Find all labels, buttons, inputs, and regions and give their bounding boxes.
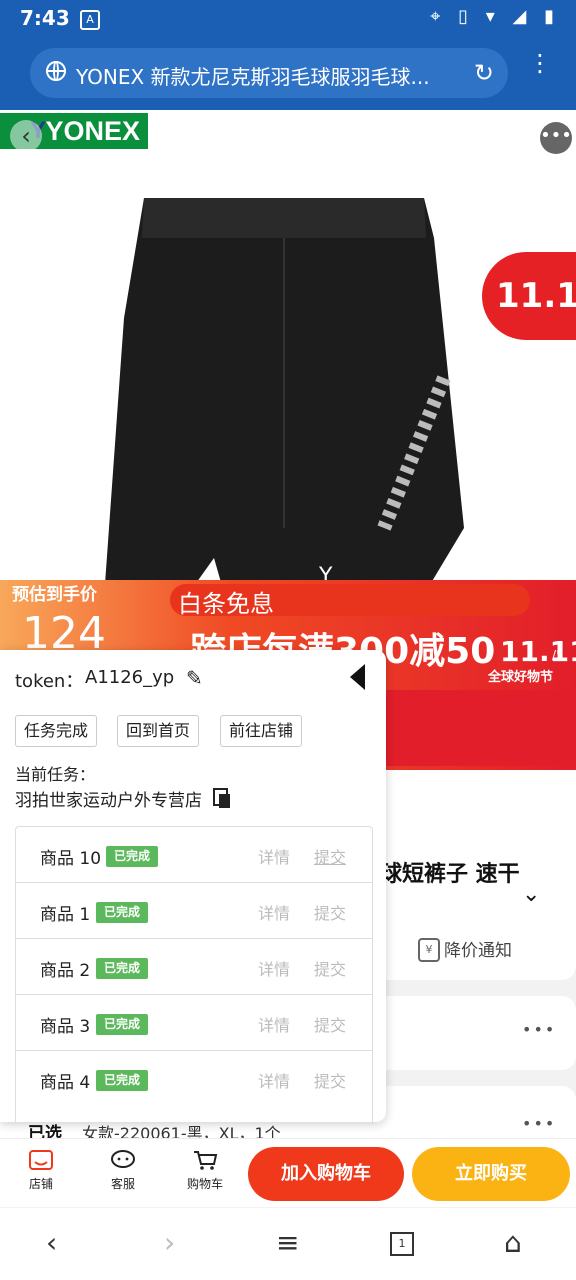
edit-icon[interactable]: ✎ [186,666,203,690]
item-name: 商品 3 [40,1017,91,1037]
submit-link[interactable]: 提交 [314,900,346,924]
status-badge: 已完成 [96,958,149,979]
price-notice-icon: ¥ [418,938,440,962]
task-complete-button[interactable]: 任务完成 [15,715,98,747]
item-name: 商品 1 [40,905,91,925]
shop-label: 店铺 [28,1177,53,1191]
go-to-store-button[interactable]: 前往店铺 [220,715,303,747]
item-name: 商品 4 [40,1073,91,1093]
detail-link[interactable]: 详情 [258,956,290,980]
shop-button[interactable]: 店铺 [10,1143,72,1192]
forward-icon[interactable]: › [164,1228,175,1258]
status-badge: 已完成 [96,902,149,923]
reload-icon[interactable]: ↻ [474,59,494,87]
submit-link[interactable]: 提交 [314,1012,346,1036]
submit-link[interactable]: 提交 [314,956,346,980]
status-badge: 已完成 [96,1070,149,1091]
browser-toolbar: YONEX 新款尤尼克斯羽毛球服羽毛球... ↻ ⋮ [0,36,576,110]
copy-icon[interactable] [213,788,230,808]
more-options-icon[interactable]: ••• [540,122,572,154]
address-bar[interactable]: YONEX 新款尤尼克斯羽毛球服羽毛球... ↻ [30,48,508,98]
status-badge: 已完成 [106,846,159,867]
back-icon[interactable]: ‹ [46,1228,57,1258]
store-name: 羽拍世家运动户外专营店 [15,791,202,811]
detail-link[interactable]: 详情 [258,1068,290,1092]
more-dots-icon[interactable]: ••• [522,1114,556,1133]
back-home-button[interactable]: 回到首页 [117,715,200,747]
detail-link[interactable]: 详情 [258,900,290,924]
submit-link[interactable]: 提交 [314,1068,346,1092]
list-item: 商品 2 已完成 详情 提交 [16,939,372,995]
list-item: 商品 3 已完成 详情 提交 [16,995,372,1051]
cart-label: 购物车 [186,1177,223,1191]
product-title: 球短裤子 速干 [380,862,520,887]
double-eleven-badge: 11.11 [482,252,576,340]
add-to-cart-button[interactable]: 加入购物车 [248,1147,404,1201]
list-item: 商品 1 已完成 详情 提交 [16,883,372,939]
price-notice-button[interactable]: 降价通知 [444,936,512,961]
page-indicator: /5 [552,648,564,662]
notification-icon: A [80,10,100,30]
system-nav-bar: ‹ › ≡ 1 ⌂ [0,1208,576,1280]
collapse-icon[interactable] [350,664,365,690]
token-label: token： [15,671,84,692]
status-badge: 已完成 [96,1014,149,1035]
brand-name: YONEX [45,116,140,146]
item-name: 商品 2 [40,961,91,981]
chevron-down-icon[interactable]: ⌄ [522,882,540,907]
menu-icon[interactable]: ≡ [276,1228,299,1258]
task-panel: token： A1126_yp ✎ 任务完成 回到首页 前往店铺 当前任务： 羽… [0,650,386,1122]
cart-link[interactable]: 购物车 [174,1143,236,1192]
estimate-label: 预估到手价 [12,585,97,605]
status-bar: 7:43 A ⌖ ▯ ▾ ◢ ▮ [0,0,576,36]
page-title: YONEX 新款尤尼克斯羽毛球服羽毛球... [76,65,430,89]
detail-link[interactable]: 详情 [258,1012,290,1036]
baitiao-label: 白条免息 [178,590,274,618]
tabs-icon[interactable]: 1 [390,1232,414,1256]
current-task-label: 当前任务： [15,765,96,784]
promo-red-block [386,690,576,766]
system-status-icons: ⌖ ▯ ▾ ◢ ▮ [430,6,560,27]
home-icon[interactable]: ⌂ [504,1228,522,1258]
back-arrow-icon[interactable]: ‹ [10,120,42,152]
global-fest-label: 全球好物节 [488,670,554,685]
more-dots-icon[interactable]: ••• [522,1020,556,1039]
shorts-image: Y [104,198,464,628]
detail-link[interactable]: 详情 [258,844,290,868]
browser-menu-icon[interactable]: ⋮ [528,51,552,75]
service-label: 客服 [110,1177,135,1191]
service-button[interactable]: 客服 [92,1143,154,1192]
list-item: 商品 10 已完成 详情 提交 [16,827,372,883]
cart-icon [194,1151,218,1170]
status-time: 7:43 [20,6,70,30]
list-item: 商品 4 已完成 详情 提交 [16,1051,372,1106]
task-list: 商品 10 已完成 详情 提交 商品 1 已完成 详情 提交 商品 2 已完成 … [15,826,373,1122]
fest-badge: 11.11 [500,635,576,668]
bottom-action-bar: 店铺 客服 购物车 加入购物车 立即购买 [0,1138,576,1207]
token-value: A1126_yp [85,667,175,688]
shop-icon [29,1150,53,1170]
submit-link[interactable]: 提交 [314,844,346,868]
chat-icon [111,1150,135,1168]
buy-now-button[interactable]: 立即购买 [412,1147,570,1201]
item-name: 商品 10 [40,849,102,869]
globe-icon [46,61,66,81]
